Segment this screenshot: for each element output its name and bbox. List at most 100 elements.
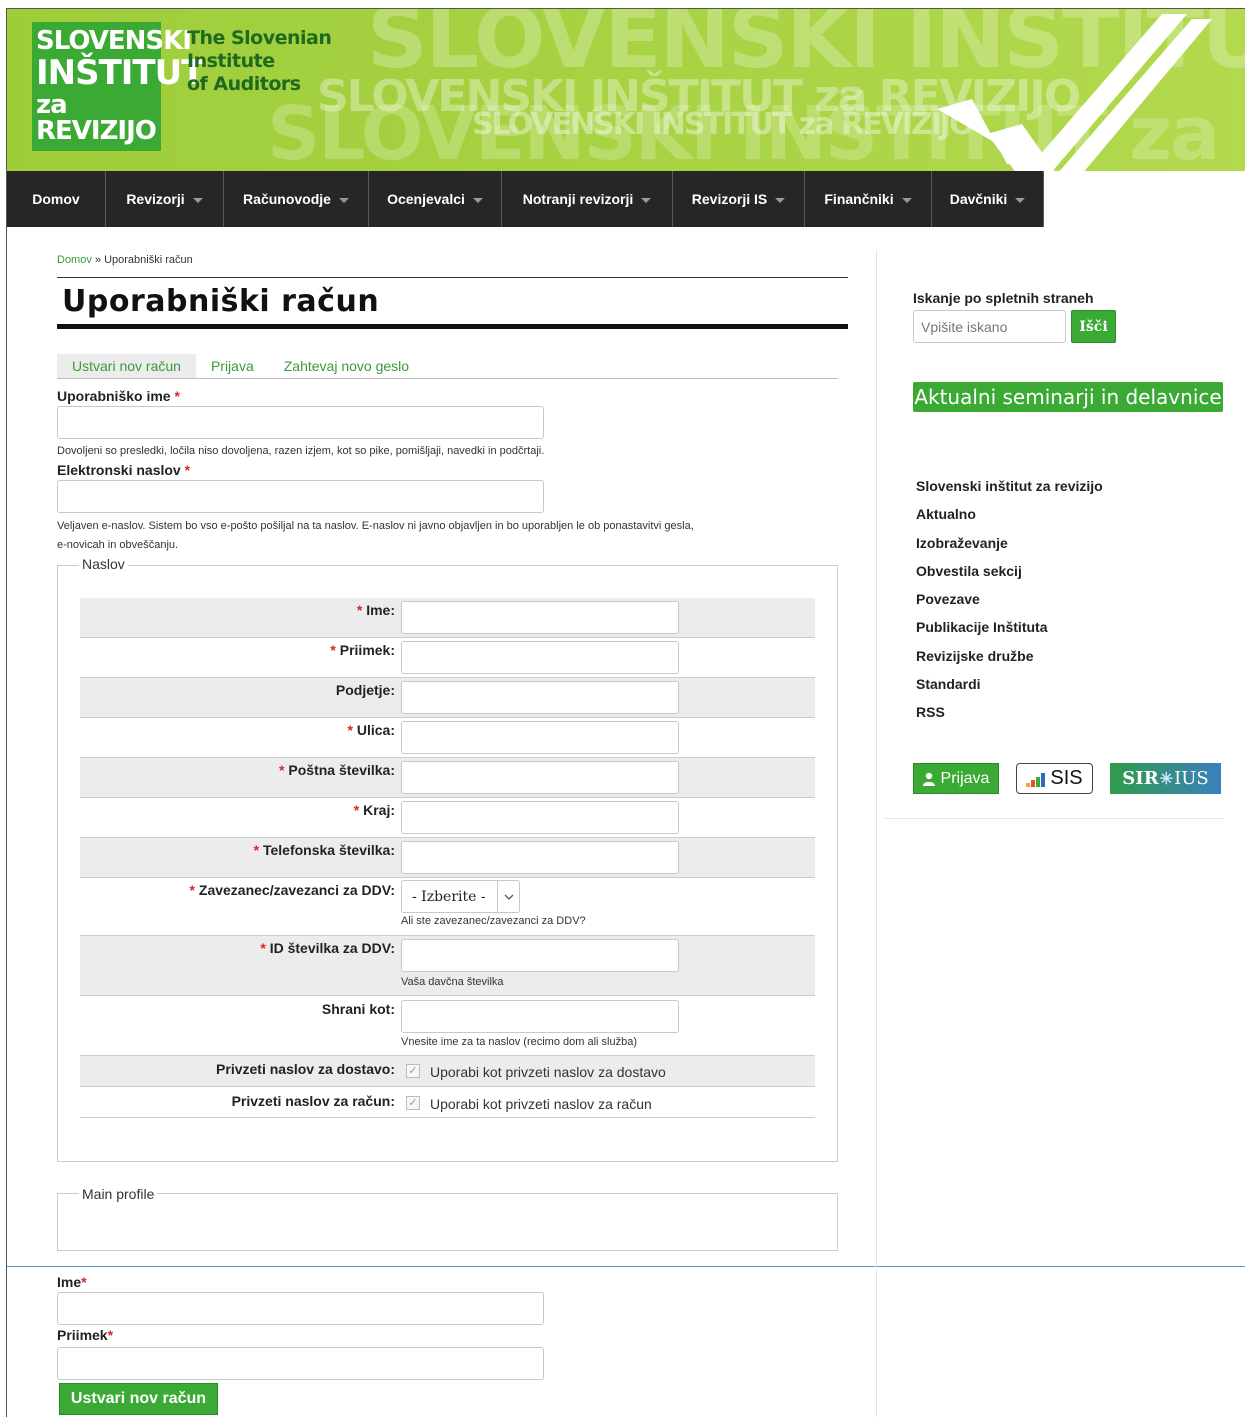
sis-label: SIS — [1050, 767, 1083, 789]
tab-request-password[interactable]: Zahtevaj novo geslo — [269, 354, 424, 378]
address-kraj-input[interactable] — [401, 801, 679, 834]
profile-priimek-input[interactable] — [57, 1347, 544, 1380]
main-nav: Domov Revizorji Računovodje Ocenjevalci … — [7, 171, 1245, 227]
sidebar-link-revizijske-druzbe[interactable]: Revizijske družbe — [916, 646, 1103, 674]
search-input[interactable] — [913, 310, 1066, 343]
address-label-text: Poštna številka: — [288, 762, 395, 778]
profile-ime-label: Ime* — [57, 1274, 87, 1290]
sidebar-link-publikacije[interactable]: Publikacije Inštituta — [916, 617, 1103, 645]
address-row-ddv-id: * ID številka za DDV: Vaša davčna števil… — [80, 936, 815, 996]
user-icon — [922, 772, 935, 786]
nav-label: Računovodje — [243, 191, 331, 207]
nav-label: Finančniki — [824, 191, 894, 207]
address-telefon-input[interactable] — [401, 841, 679, 874]
sir-label: SIR — [1122, 768, 1159, 789]
nav-item-notranji-revizorji[interactable]: Notranji revizorji — [502, 171, 673, 227]
address-priimek-input[interactable] — [401, 641, 679, 674]
address-label-text: ID številka za DDV: — [269, 940, 395, 956]
logo-english-name: The Slovenian Institute of Auditors — [187, 27, 332, 96]
shrani-description: Vnesite ime za ta naslov (recimo dom ali… — [401, 1036, 637, 1048]
title-rule-top — [57, 277, 848, 278]
required-mark: * — [356, 602, 363, 618]
username-label-text: Uporabniško ime — [57, 388, 171, 404]
caret-down-icon — [192, 197, 203, 203]
sidebar-login-button[interactable]: Prijava — [913, 763, 999, 794]
address-row-telefon: * Telefonska številka: — [80, 838, 815, 878]
nav-item-racunovodje[interactable]: Računovodje — [224, 171, 369, 227]
address-postna-input[interactable] — [401, 761, 679, 794]
address-label-priimek: * Priimek: — [330, 642, 395, 658]
caret-down-icon — [901, 197, 912, 203]
dostava-checkbox-label[interactable]: Uporabi kot privzeti naslov za dostavo — [430, 1064, 666, 1080]
address-ulica-input[interactable] — [401, 721, 679, 754]
address-label-text: Telefonska številka: — [262, 842, 395, 858]
sidebar-menu: Slovenski inštitut za revizijo Aktualno … — [916, 476, 1103, 731]
sis-button[interactable]: SIS — [1016, 763, 1093, 794]
required-mark: * — [107, 1327, 114, 1343]
required-mark: * — [260, 940, 266, 956]
racun-checkbox[interactable]: ✓ — [406, 1096, 420, 1110]
required-mark: * — [353, 802, 360, 818]
profile-ime-label-text: Ime — [57, 1274, 82, 1290]
logo-line-2: INŠTITUT — [36, 53, 204, 93]
sidebar-link-povezave[interactable]: Povezave — [916, 589, 1103, 617]
required-mark: * — [189, 882, 195, 898]
checkmark-graphic — [937, 14, 1212, 171]
username-description: Dovoljeni so presledki, ločila niso dovo… — [57, 445, 545, 457]
title-rule-bottom — [57, 324, 848, 329]
profile-ime-input[interactable] — [57, 1292, 544, 1325]
section-divider-line — [7, 1266, 1245, 1267]
address-label-podjetje: Podjetje: — [335, 682, 395, 698]
address-label-text: Ulica: — [356, 722, 395, 738]
logo-line-1: SLOVENSKI — [36, 26, 192, 56]
profile-priimek-label-text: Priimek — [57, 1327, 108, 1343]
search-button[interactable]: Išči — [1071, 310, 1116, 343]
sidebar-link-institut[interactable]: Slovenski inštitut za revizijo — [916, 476, 1103, 504]
logo-line-3: za REVIZIJO — [36, 90, 157, 146]
tab-login[interactable]: Prijava — [196, 354, 269, 378]
address-label-text: Zavezanec/zavezanci za DDV: — [198, 882, 395, 898]
email-input[interactable] — [57, 480, 544, 513]
sidebar-link-standardi[interactable]: Standardi — [916, 674, 1103, 702]
nav-label: Domov — [32, 191, 80, 207]
sidebar-link-obvestila-sekcij[interactable]: Obvestila sekcij — [916, 561, 1103, 589]
caret-down-icon — [338, 197, 349, 203]
ddv-select[interactable]: - Izberite - — [401, 880, 520, 913]
login-button-label: Prijava — [940, 769, 990, 787]
tab-create-account[interactable]: Ustvari nov račun — [57, 354, 196, 378]
racun-checkbox-label[interactable]: Uporabi kot privzeti naslov za račun — [430, 1096, 652, 1112]
seminars-button[interactable]: Aktualni seminarji in delavnice — [913, 382, 1223, 412]
required-mark: * — [253, 842, 260, 858]
dostava-checkbox[interactable]: ✓ — [406, 1064, 420, 1078]
create-account-button[interactable]: Ustvari nov račun — [59, 1383, 218, 1415]
chevron-down-icon — [497, 881, 519, 912]
address-podjetje-input[interactable] — [401, 681, 679, 714]
required-mark: * — [279, 762, 285, 778]
nav-item-revizorji[interactable]: Revizorji — [106, 171, 224, 227]
nav-item-domov[interactable]: Domov — [7, 171, 106, 227]
nav-item-ocenjevalci[interactable]: Ocenjevalci — [369, 171, 502, 227]
logo-en-line-2: Institute — [187, 50, 275, 72]
sir-ius-button[interactable]: SIR ✳ IUS — [1110, 763, 1221, 794]
address-ddv-id-input[interactable] — [401, 939, 679, 972]
address-row-postna: * Poštna številka: — [80, 758, 815, 798]
address-label-ime: * Ime: — [357, 602, 395, 618]
required-mark: * — [81, 1274, 87, 1290]
username-input[interactable] — [57, 406, 544, 439]
sidebar-link-aktualno[interactable]: Aktualno — [916, 504, 1103, 532]
address-label-ddv-zavezanec: * Zavezanec/zavezanci za DDV: — [190, 882, 395, 898]
bar-chart-icon — [1026, 772, 1046, 787]
sidebar-link-izobrazevanje[interactable]: Izobraževanje — [916, 533, 1103, 561]
required-mark: * — [347, 722, 353, 738]
address-row-kraj: * Kraj: — [80, 798, 815, 838]
nav-item-revizorji-is[interactable]: Revizorji IS — [673, 171, 805, 227]
site-logo[interactable]: SLOVENSKI INŠTITUT za REVIZIJO — [32, 22, 204, 151]
breadcrumb-home-link[interactable]: Domov — [57, 254, 92, 266]
address-shrani-input[interactable] — [401, 1000, 679, 1033]
nav-item-financniki[interactable]: Finančniki — [805, 171, 932, 227]
account-tabs: Ustvari nov račun Prijava Zahtevaj novo … — [57, 354, 838, 379]
address-ime-input[interactable] — [401, 601, 679, 634]
nav-item-davcniki[interactable]: Davčniki — [932, 171, 1044, 227]
address-label-kraj: * Kraj: — [354, 802, 395, 818]
sidebar-link-rss[interactable]: RSS — [916, 702, 1103, 730]
